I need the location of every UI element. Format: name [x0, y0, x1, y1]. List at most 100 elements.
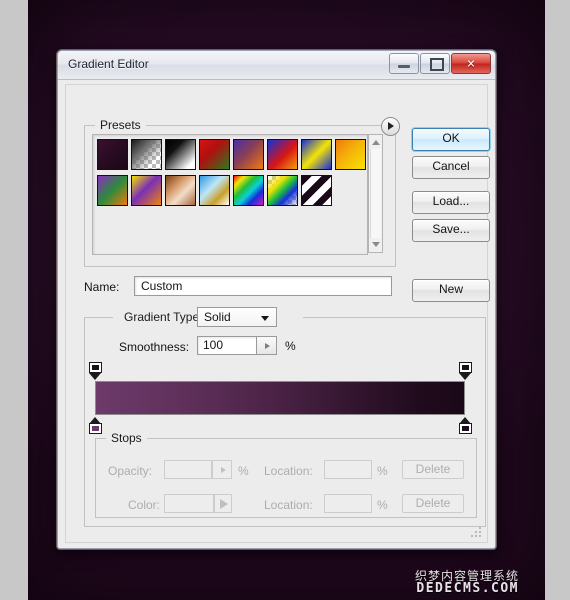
swatch-gradient: [336, 140, 365, 169]
gradient-type-label: Gradient Type:: [119, 310, 208, 324]
chevron-down-icon: [261, 316, 269, 321]
name-label: Name:: [84, 280, 120, 294]
scroll-down-arrow-icon[interactable]: [369, 238, 382, 251]
swatch-gradient: [234, 176, 263, 205]
name-input[interactable]: Custom: [134, 276, 392, 296]
load-button[interactable]: Load...: [412, 191, 490, 214]
preset-menu-arrow-icon[interactable]: [381, 117, 400, 136]
preset-swatch-blue-yellow-blue[interactable]: [301, 139, 332, 170]
swatch-gradient: [98, 140, 127, 169]
presets-list[interactable]: [92, 134, 368, 255]
swatch-gradient: [132, 176, 161, 205]
swatch-gradient: [268, 140, 297, 169]
swatch-gradient: [302, 176, 331, 205]
opacity-stop-right-pointer-icon: [459, 373, 471, 380]
smoothness-spinner-icon[interactable]: [257, 336, 277, 355]
preset-swatch-transparent-rainbow[interactable]: [267, 175, 298, 206]
opacity-stop-right[interactable]: [458, 362, 472, 380]
swatch-gradient: [268, 176, 297, 205]
gradient-type-value: Solid: [204, 310, 231, 324]
presets-row-2: [97, 175, 332, 206]
minimize-button[interactable]: [389, 53, 419, 74]
opacity-unit: %: [238, 464, 249, 478]
preset-swatch-black-white-stripes[interactable]: [301, 175, 332, 206]
preset-swatch-violet-orange[interactable]: [233, 139, 264, 170]
opacity-location-unit: %: [377, 464, 388, 478]
opacity-stop-left-pointer-icon: [89, 373, 101, 380]
gradient-type-group: Gradient Type: Solid Smoothness: 100 % S…: [84, 307, 486, 527]
preset-swatch-red-green[interactable]: [199, 139, 230, 170]
color-stop-left[interactable]: [88, 417, 102, 434]
window-title: Gradient Editor: [68, 57, 149, 71]
ok-button[interactable]: OK: [412, 128, 490, 151]
maximize-button[interactable]: [420, 53, 450, 74]
watermark: 织梦内容管理系统 DEDECMS.COM: [415, 570, 519, 596]
swatch-gradient: [166, 176, 195, 205]
stops-group: Stops Opacity: % Location: % Delete Colo…: [95, 431, 477, 518]
watermark-english: DEDECMS.COM: [416, 581, 519, 597]
color-picker-arrow-icon[interactable]: [214, 494, 232, 513]
preset-swatch-black-to-transparent[interactable]: [131, 139, 162, 170]
gradient-editor-window: Gradient Editor ✕ Presets OK Cancel Load…: [57, 50, 496, 549]
preset-swatch-blue-red-yellow[interactable]: [267, 139, 298, 170]
presets-legend: Presets: [95, 118, 146, 132]
color-swatch-input[interactable]: [164, 494, 214, 513]
window-controls: ✕: [388, 53, 491, 74]
opacity-stop-right-swatch: [458, 362, 472, 373]
preset-swatch-orange-yellow[interactable]: [335, 139, 366, 170]
save-button[interactable]: Save...: [412, 219, 490, 242]
opacity-input[interactable]: [164, 460, 212, 479]
new-button[interactable]: New: [412, 279, 490, 302]
preset-swatch-blue-gold-white[interactable]: [199, 175, 230, 206]
opacity-location-label: Location:: [264, 464, 313, 478]
opacity-spinner-icon[interactable]: [212, 460, 232, 479]
color-stop-right-swatch: [458, 423, 472, 434]
color-label: Color:: [128, 498, 161, 512]
smoothness-input[interactable]: 100: [197, 336, 257, 355]
stops-legend: Stops: [106, 431, 147, 445]
preset-swatch-spectrum[interactable]: [233, 175, 264, 206]
swatch-gradient: [302, 140, 331, 169]
maximize-icon: [430, 58, 444, 71]
smoothness-unit: %: [285, 339, 296, 353]
resize-grip[interactable]: [471, 527, 483, 539]
swatch-gradient: [234, 140, 263, 169]
swatch-gradient: [98, 176, 127, 205]
preset-swatch-violet-black[interactable]: [97, 139, 128, 170]
opacity-location-input[interactable]: [324, 460, 372, 479]
close-icon: ✕: [466, 57, 476, 70]
swatch-gradient: [200, 140, 229, 169]
dialog-content-frame: Presets OK Cancel Load... Save... New Na…: [65, 84, 490, 543]
desktop-left-margin: [0, 0, 28, 600]
swatch-gradient: [166, 140, 195, 169]
opacity-stop-left-swatch: [88, 362, 102, 373]
presets-scrollbar[interactable]: [368, 134, 383, 253]
presets-group: Presets: [84, 117, 400, 267]
close-button[interactable]: ✕: [451, 53, 491, 74]
color-location-input[interactable]: [324, 494, 372, 513]
opacity-label: Opacity:: [108, 464, 153, 478]
desktop-right-margin: [545, 0, 570, 600]
cancel-button[interactable]: Cancel: [412, 156, 490, 179]
smoothness-label: Smoothness:: [119, 340, 190, 354]
color-location-label: Location:: [264, 498, 313, 512]
color-stop-right[interactable]: [458, 417, 472, 434]
color-stop-left-swatch: [88, 423, 102, 434]
gradient-type-select[interactable]: Solid: [197, 307, 277, 327]
swatch-gradient: [200, 176, 229, 205]
delete-color-stop-button[interactable]: Delete: [402, 494, 464, 513]
preset-swatch-black-white[interactable]: [165, 139, 196, 170]
delete-opacity-stop-button[interactable]: Delete: [402, 460, 464, 479]
preset-swatch-violet-green-orange[interactable]: [97, 175, 128, 206]
preset-swatch-copper[interactable]: [165, 175, 196, 206]
title-bar[interactable]: Gradient Editor ✕: [58, 51, 495, 80]
presets-row-1: [97, 139, 366, 170]
window-body: Presets OK Cancel Load... Save... New Na…: [58, 80, 495, 548]
opacity-stop-left[interactable]: [88, 362, 102, 380]
screen: 织梦内容管理系统 DEDECMS.COM Gradient Editor ✕ P…: [0, 0, 570, 600]
presets-scroll-track[interactable]: [370, 149, 381, 238]
preset-swatch-yellow-violet-orange[interactable]: [131, 175, 162, 206]
scroll-up-arrow-icon[interactable]: [369, 136, 382, 149]
gradient-preview-bar[interactable]: [95, 381, 465, 415]
minimize-icon: [398, 65, 410, 68]
